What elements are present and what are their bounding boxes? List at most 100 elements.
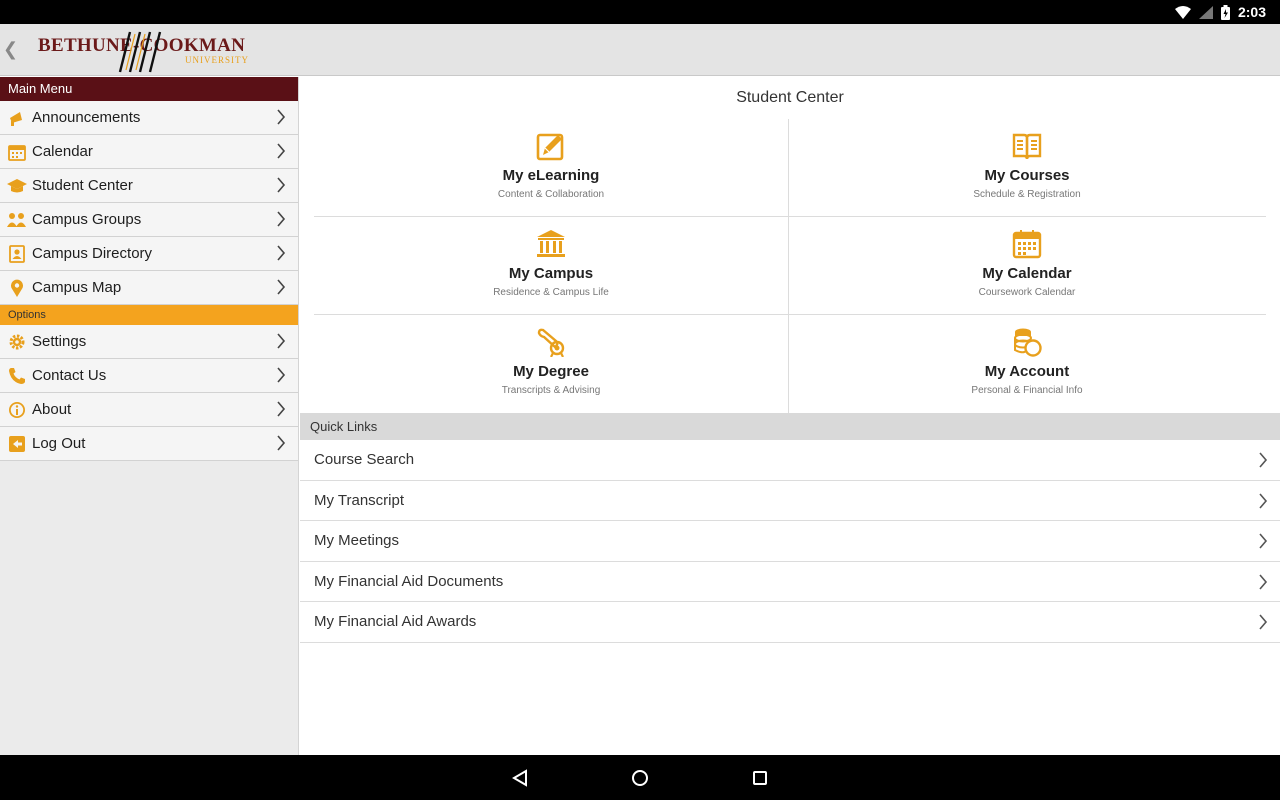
sidebar-item-label: Contact Us	[32, 367, 107, 384]
open-book-icon	[1012, 133, 1042, 160]
signal-icon	[1198, 5, 1213, 19]
group-icon	[7, 210, 27, 230]
tile-title: My Campus	[508, 265, 594, 282]
options-header: Options	[0, 305, 298, 325]
quick-link-my-transcript[interactable]: My Transcript	[300, 481, 1280, 522]
tile-title: My eLearning	[502, 167, 600, 184]
recents-button[interactable]	[748, 766, 772, 790]
grid-divider	[788, 119, 789, 413]
quick-link-financial-aid-awards[interactable]: My Financial Aid Awards	[300, 602, 1280, 643]
page-title: Student Center	[736, 89, 844, 106]
sidebar-item-label: Campus Map	[32, 279, 122, 296]
graduation-cap-icon	[7, 176, 27, 196]
sidebar-item-about[interactable]: About	[0, 393, 298, 427]
back-button[interactable]	[508, 766, 532, 790]
sidebar-item-label: Calendar	[32, 143, 93, 160]
chevron-right-icon	[1259, 614, 1268, 630]
gear-icon	[7, 332, 27, 352]
sidebar-item-campus-directory[interactable]: Campus Directory	[0, 237, 298, 271]
quick-link-label: My Financial Aid Awards	[314, 613, 477, 631]
quick-link-course-search[interactable]: Course Search	[300, 440, 1280, 481]
tile-my-courses[interactable]: My Courses Schedule & Registration	[790, 119, 1264, 217]
coins-icon	[1014, 328, 1042, 357]
clock: 2:03	[1237, 4, 1266, 20]
sidebar: Main Menu Announcements Calendar Student…	[0, 77, 299, 755]
sidebar-item-contact-us[interactable]: Contact Us	[0, 359, 298, 393]
tile-subtitle: Schedule & Registration	[973, 189, 1081, 200]
tile-my-account[interactable]: My Account Personal & Financial Info	[790, 315, 1264, 413]
tile-subtitle: Content & Collaboration	[497, 189, 605, 200]
sidebar-item-label: Announcements	[32, 109, 141, 126]
quick-link-label: My Transcript	[314, 491, 405, 509]
quick-link-financial-aid-documents[interactable]: My Financial Aid Documents	[300, 562, 1280, 603]
chevron-right-icon	[1259, 533, 1268, 549]
chevron-right-icon	[1259, 452, 1268, 468]
chevron-right-icon	[277, 143, 286, 159]
quick-link-label: Course Search	[314, 451, 415, 468]
claw-marks-icon	[118, 31, 162, 73]
pencil-note-icon	[536, 133, 564, 161]
tile-my-degree[interactable]: My Degree Transcripts & Advising	[314, 315, 788, 413]
chevron-right-icon	[277, 435, 286, 451]
quick-links-list: Course Search My Transcript My Meetings …	[300, 440, 1280, 643]
back-triangle-icon	[512, 769, 527, 787]
tile-my-calendar[interactable]: My Calendar Coursework Calendar	[790, 217, 1264, 315]
sidebar-item-label: Campus Directory	[32, 245, 153, 262]
sidebar-item-label: About	[32, 401, 72, 418]
sidebar-item-log-out[interactable]: Log Out	[0, 427, 298, 461]
tile-title: My Courses	[984, 167, 1070, 184]
sidebar-item-campus-map[interactable]: Campus Map	[0, 271, 298, 305]
sidebar-item-label: Log Out	[32, 435, 86, 452]
tile-title: My Account	[984, 363, 1070, 380]
sidebar-item-settings[interactable]: Settings	[0, 325, 298, 359]
quick-link-label: My Financial Aid Documents	[314, 572, 504, 590]
sidebar-item-label: Student Center	[32, 177, 133, 194]
calendar-icon	[7, 142, 27, 162]
sidebar-item-label: Settings	[32, 333, 87, 350]
tile-subtitle: Transcripts & Advising	[501, 385, 601, 396]
navigation-bar	[0, 755, 1280, 800]
chevron-right-icon	[277, 245, 286, 261]
logout-icon	[7, 434, 27, 454]
battery-icon	[1220, 4, 1230, 20]
recents-square-icon	[753, 771, 767, 785]
app-header: ❮ BETHUNE-COOKMAN UNIVERSITY	[0, 24, 1280, 76]
main-menu-header: Main Menu	[0, 77, 298, 101]
phone-icon	[7, 366, 27, 386]
chevron-right-icon	[277, 279, 286, 295]
building-columns-icon	[537, 230, 565, 257]
map-pin-icon	[7, 278, 27, 298]
tile-my-elearning[interactable]: My eLearning Content & Collaboration	[314, 119, 788, 217]
chevron-right-icon	[277, 177, 286, 193]
chevron-right-icon	[1259, 493, 1268, 509]
main-content: Student Center My eLearning Content & Co…	[300, 77, 1280, 755]
home-circle-icon	[632, 770, 648, 786]
diploma-icon	[537, 328, 565, 357]
quick-link-my-meetings[interactable]: My Meetings	[300, 521, 1280, 562]
quick-links-header: Quick Links	[300, 413, 1280, 440]
chevron-right-icon	[277, 211, 286, 227]
tile-subtitle: Residence & Campus Life	[493, 287, 609, 298]
tile-my-campus[interactable]: My Campus Residence & Campus Life	[314, 217, 788, 315]
tile-title: My Calendar	[982, 265, 1072, 282]
university-logo: BETHUNE-COOKMAN UNIVERSITY	[38, 30, 253, 74]
chevron-right-icon	[277, 109, 286, 125]
sidebar-item-calendar[interactable]: Calendar	[0, 135, 298, 169]
tile-subtitle: Personal & Financial Info	[971, 385, 1083, 396]
chevron-right-icon	[277, 367, 286, 383]
student-center-grid: My eLearning Content & Collaboration My …	[314, 119, 1266, 413]
chevron-right-icon	[1259, 574, 1268, 590]
contact-card-icon	[7, 244, 27, 264]
chevron-right-icon	[277, 401, 286, 417]
quick-link-label: My Meetings	[314, 532, 400, 550]
sidebar-item-campus-groups[interactable]: Campus Groups	[0, 203, 298, 237]
home-button[interactable]	[628, 766, 652, 790]
info-icon	[7, 400, 27, 420]
sidebar-item-student-center[interactable]: Student Center	[0, 169, 298, 203]
tile-title: My Degree	[513, 363, 589, 380]
sidebar-item-announcements[interactable]: Announcements	[0, 101, 298, 135]
chevron-left-icon[interactable]: ❮	[3, 39, 18, 60]
tile-subtitle: Coursework Calendar	[978, 287, 1076, 298]
status-bar: 2:03	[0, 0, 1280, 24]
sidebar-item-label: Campus Groups	[32, 211, 142, 228]
